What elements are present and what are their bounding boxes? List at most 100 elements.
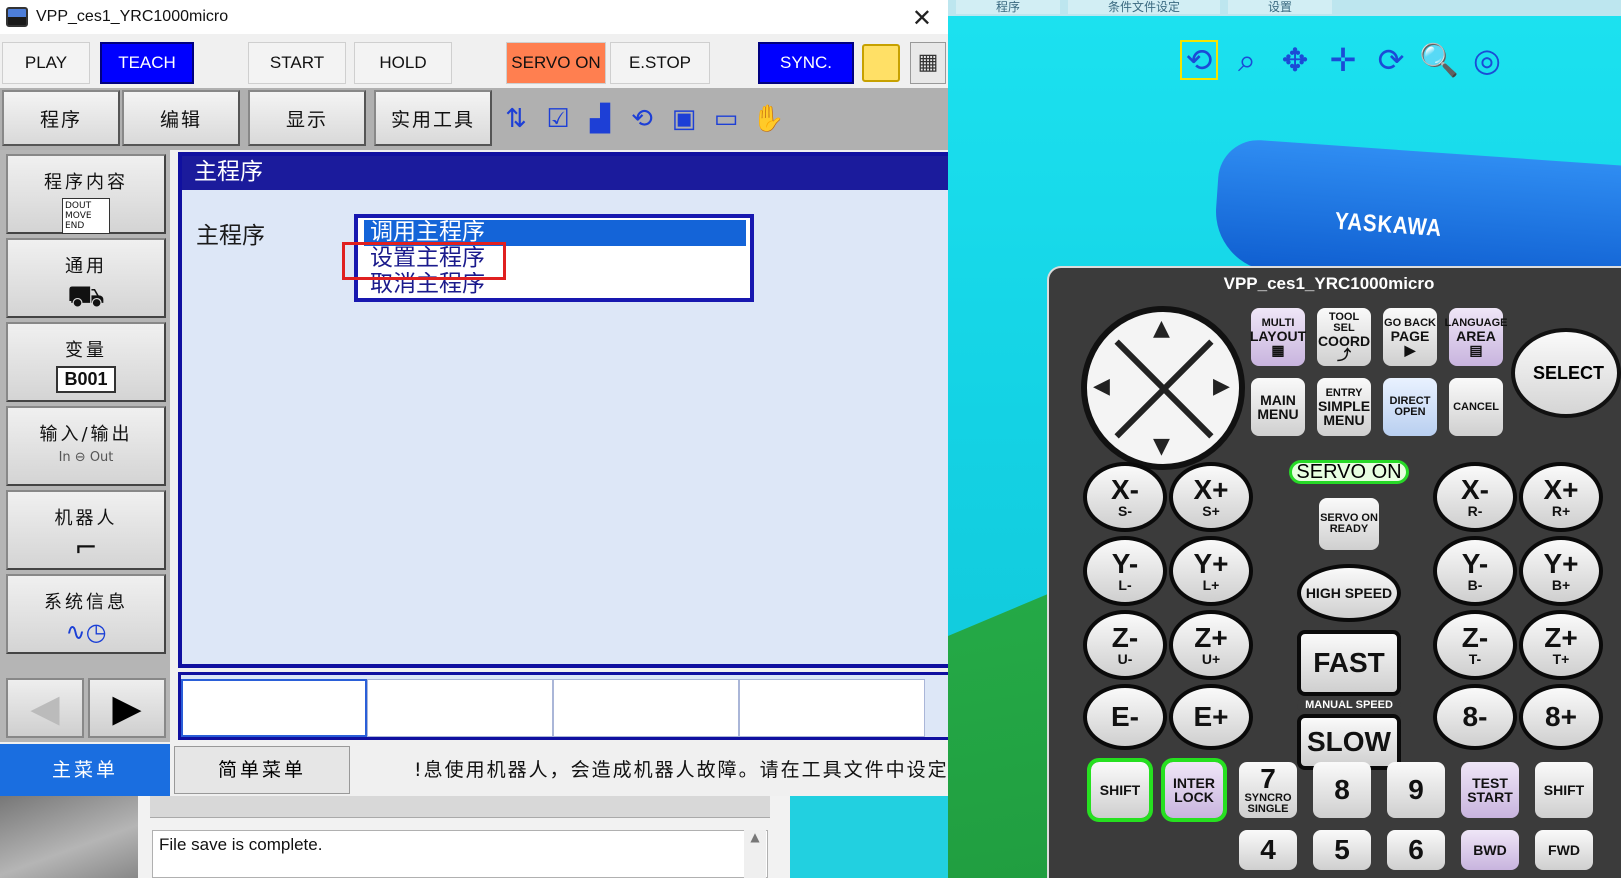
y-plus-key[interactable]: Y+ L+ <box>1169 536 1253 606</box>
z-plus-key[interactable]: Z+ U+ <box>1169 610 1253 680</box>
menu-display-button[interactable]: 显示 <box>248 90 366 146</box>
key-7[interactable]: 7 SYNCRO SINGLE <box>1239 762 1297 818</box>
orbit-icon[interactable]: ✥ <box>1276 40 1314 80</box>
scene-tab-program[interactable]: 程序 <box>956 0 1061 14</box>
down-arrow-icon[interactable]: ▼ <box>1153 434 1170 459</box>
direct-open-key[interactable]: DIRECT OPEN <box>1383 378 1437 436</box>
zoom-box-icon[interactable]: ⌕ <box>1228 40 1266 80</box>
robot-brand-label: YASKAWA <box>1334 207 1443 243</box>
scene-tab-condition[interactable]: 条件文件设定 <box>1068 0 1221 14</box>
area-key[interactable]: LANGUAGE AREA ▤ <box>1445 308 1507 366</box>
rz-plus-key[interactable]: Z+ T+ <box>1519 610 1603 680</box>
bwd-key[interactable]: BWD <box>1461 830 1519 870</box>
sidebar-item-variable[interactable]: 变量 B001 <box>6 322 166 402</box>
key-8[interactable]: 8 <box>1313 762 1371 818</box>
pan-icon[interactable]: ✛ <box>1324 40 1362 80</box>
main-program-label: 主程序 <box>196 223 265 249</box>
simple-menu-key[interactable]: ENTRY SIMPLE MENU <box>1317 378 1371 436</box>
test-start-key[interactable]: TEST START <box>1461 762 1519 818</box>
right-arrow-icon[interactable]: ▶ <box>1213 374 1230 399</box>
high-speed-key[interactable]: HIGH SPEED <box>1297 564 1401 622</box>
key-4[interactable]: 4 <box>1239 830 1297 870</box>
play-button[interactable]: PLAY <box>2 42 90 84</box>
sidebar-item-program-content[interactable]: 程序内容 DOUT MOVE END <box>6 154 166 234</box>
axis8-plus-key[interactable]: 8+ <box>1519 684 1603 750</box>
simple-menu-button[interactable]: 简单菜单 <box>174 746 350 794</box>
layout-label: LAYOUT <box>1249 327 1307 344</box>
teach-button[interactable]: TEACH <box>100 42 194 84</box>
left-arrow-icon[interactable]: ◀ <box>1093 374 1110 399</box>
hold-button[interactable]: HOLD <box>354 42 452 84</box>
scroll-up-icon[interactable]: ▲ <box>744 830 766 878</box>
cancel-label: CANCEL <box>1453 400 1499 413</box>
page-icon: ▶ <box>1404 341 1416 358</box>
main-menu-key[interactable]: MAIN MENU <box>1251 378 1305 436</box>
estop-button[interactable]: E.STOP <box>610 42 710 84</box>
menu-edit-button[interactable]: 编辑 <box>122 90 240 146</box>
rotate-view-icon[interactable]: ⟲ <box>1180 40 1218 80</box>
main-menu-button[interactable]: 主菜单 <box>0 744 170 796</box>
title-bar: VPP_ces1_YRC1000micro ✕ <box>0 0 948 34</box>
servo-on-ready-key[interactable]: SERVO ON READY <box>1319 498 1379 550</box>
ry-plus-key[interactable]: Y+ B+ <box>1519 536 1603 606</box>
key-9[interactable]: 9 <box>1387 762 1445 818</box>
fwd-key[interactable]: FWD <box>1535 830 1593 870</box>
close-icon[interactable]: ✕ <box>912 4 932 32</box>
shift-key-right[interactable]: SHIFT <box>1535 762 1593 818</box>
zoom-in-icon[interactable]: 🔍 <box>1419 40 1459 80</box>
e-minus-key[interactable]: E- <box>1083 684 1167 750</box>
tool-icon: ☑ <box>546 104 570 134</box>
e-plus-key[interactable]: E+ <box>1169 684 1253 750</box>
cursor-dpad[interactable]: ▲ ▼ ◀ ▶ <box>1081 306 1245 470</box>
z-minus-key[interactable]: Z- U- <box>1083 610 1167 680</box>
horizontal-scrollbar[interactable] <box>150 796 770 818</box>
background-image <box>0 796 138 878</box>
key-5[interactable]: 5 <box>1313 830 1371 870</box>
sidebar-item-io[interactable]: 输入/输出 In ⊖ Out <box>6 406 166 486</box>
axis8-minus-key[interactable]: 8- <box>1433 684 1517 750</box>
servo-on-ready-label: SERVO ON READY <box>1320 512 1378 535</box>
spin-icon[interactable]: ⟳ <box>1372 40 1410 80</box>
function-key-3[interactable] <box>553 679 739 737</box>
x-plus-key[interactable]: X+ S+ <box>1169 462 1253 532</box>
start-button[interactable]: START <box>248 42 346 84</box>
controller-window: VPP_ces1_YRC1000micro ✕ PLAY TEACH START… <box>0 0 948 878</box>
prev-page-icon[interactable]: ◀ <box>6 678 84 738</box>
scene-tab-settings[interactable]: 设置 <box>1228 0 1333 14</box>
up-arrow-icon[interactable]: ▲ <box>1153 316 1170 341</box>
rx-plus-key[interactable]: X+ R+ <box>1519 462 1603 532</box>
menu-button-row: 程序 编辑 显示 实用工具 ⇅ ☑ ▟ ⟲ ▣ ▭ ✋ <box>0 88 948 150</box>
ry-minus-key[interactable]: Y- B- <box>1433 536 1517 606</box>
key-6[interactable]: 6 <box>1387 830 1445 870</box>
rz-minus-key[interactable]: Z- T- <box>1433 610 1517 680</box>
function-key-1[interactable] <box>181 679 367 737</box>
interlock-key[interactable]: INTER LOCK <box>1161 758 1227 822</box>
next-page-icon[interactable]: ▶ <box>88 678 166 738</box>
shift-key[interactable]: SHIFT <box>1087 758 1153 822</box>
test-start-label: TEST START <box>1467 775 1513 805</box>
rx-minus-key[interactable]: X- R- <box>1433 462 1517 532</box>
menu-utility-button[interactable]: 实用工具 <box>374 90 492 146</box>
menu-program-button[interactable]: 程序 <box>2 90 120 146</box>
cancel-key[interactable]: CANCEL <box>1449 378 1503 436</box>
coord-key[interactable]: TOOL SEL COORD ⤴ <box>1317 308 1371 366</box>
sidebar-item-system-info[interactable]: 系统信息 ∿◷ <box>6 574 166 654</box>
folder-icon[interactable] <box>862 44 900 82</box>
x-minus-key[interactable]: X- S- <box>1083 462 1167 532</box>
cycle-icon: ⟲ <box>631 104 653 134</box>
page-label: PAGE <box>1390 327 1430 344</box>
t-minus-label: T- <box>1468 651 1482 667</box>
pendant-icon[interactable]: ▦ <box>910 42 946 84</box>
servo-on-button[interactable]: SERVO ON <box>506 42 606 84</box>
function-key-2[interactable] <box>367 679 553 737</box>
target-icon[interactable]: ◎ <box>1468 40 1506 80</box>
select-key[interactable]: SELECT <box>1511 328 1621 418</box>
page-key[interactable]: GO BACK PAGE ▶ <box>1383 308 1437 366</box>
function-key-4[interactable] <box>739 679 925 737</box>
y-minus-key[interactable]: Y- L- <box>1083 536 1167 606</box>
fast-key[interactable]: FAST <box>1297 630 1401 696</box>
sidebar-item-general[interactable]: 通用 ⛟ <box>6 238 166 318</box>
sidebar-item-robot[interactable]: 机器人 ⌐ <box>6 490 166 570</box>
multi-layout-key[interactable]: MULTI LAYOUT ▦ <box>1249 308 1307 366</box>
sync-button[interactable]: SYNC. <box>758 42 854 84</box>
